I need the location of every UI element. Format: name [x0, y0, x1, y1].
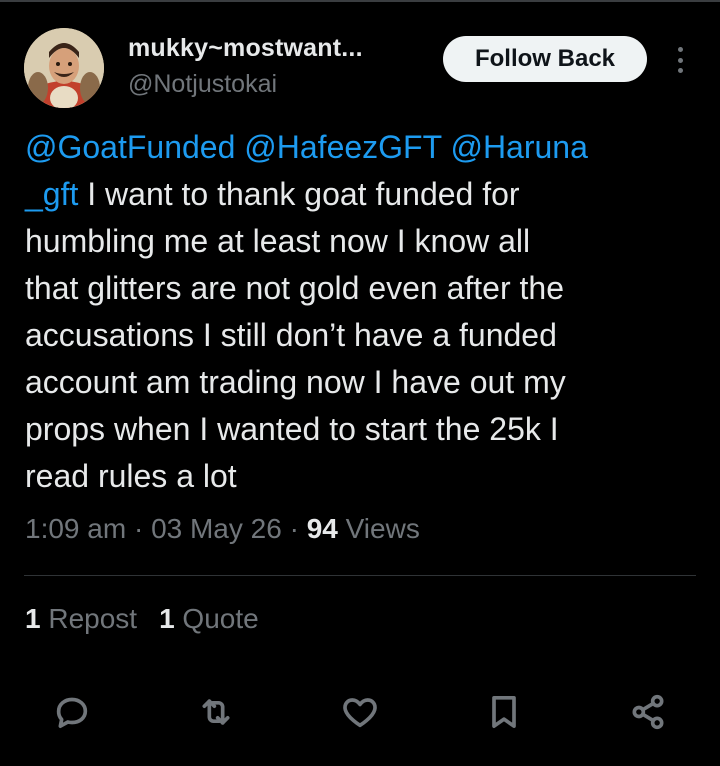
share-icon: [632, 694, 664, 730]
share-button[interactable]: [624, 688, 672, 736]
mention-link[interactable]: @Haruna: [450, 129, 587, 165]
mention-link[interactable]: @HafeezGFT: [244, 129, 441, 165]
mention-link[interactable]: _gft: [25, 176, 78, 212]
more-dot: [677, 68, 683, 73]
repost-icon: [202, 699, 230, 725]
tweet-text-segment: I want to thank goat funded for: [78, 176, 520, 212]
top-border: [0, 0, 720, 2]
quotes-stat[interactable]: 1 Quote: [159, 603, 259, 634]
more-dot: [677, 47, 683, 52]
more-dot: [677, 57, 683, 63]
bookmark-icon: [492, 696, 516, 728]
tweet-meta: 1:09 am · 03 May 26 · 94 Views: [25, 513, 420, 545]
views-count: 94: [306, 513, 338, 544]
reposts-stat[interactable]: 1 Repost: [25, 603, 137, 634]
tweet-text-line: that glitters are not gold even after th…: [25, 265, 665, 312]
tweet-text-segment: read rules a lot: [25, 458, 237, 494]
tweet-text-line: _gft I want to thank goat funded for: [25, 171, 665, 218]
tweet-text-segment: [235, 129, 244, 165]
tweet-date[interactable]: 03 May 26: [151, 513, 282, 544]
tweet-text-line: humbling me at least now I know all: [25, 218, 665, 265]
tweet-text-line: accusations I still don’t have a funded: [25, 312, 665, 359]
tweet-text-line: read rules a lot: [25, 453, 665, 500]
divider: [24, 575, 696, 576]
tweet-text-segment: accusations I still don’t have a funded: [25, 317, 557, 353]
tweet-time[interactable]: 1:09 am: [25, 513, 126, 544]
tweet-stats: 1 Repost 1 Quote: [25, 603, 281, 635]
tweet-text-segment: that glitters are not gold even after th…: [25, 270, 564, 306]
meta-separator: ·: [281, 513, 307, 544]
action-bar: [0, 688, 720, 736]
quotes-count: 1: [159, 603, 175, 634]
mention-link[interactable]: @GoatFunded: [25, 129, 235, 165]
avatar[interactable]: [24, 28, 104, 108]
tweet-text-line: @GoatFunded @HafeezGFT @Haruna: [25, 124, 665, 171]
meta-separator: ·: [126, 513, 152, 544]
tweet-text: @GoatFunded @HafeezGFT @Haruna _gft I wan…: [25, 124, 665, 500]
like-button[interactable]: [336, 688, 384, 736]
reposts-label: Repost: [40, 603, 138, 634]
reply-button[interactable]: [48, 688, 96, 736]
tweet-text-line: account am trading now I have out my: [25, 359, 665, 406]
avatar-illustration-icon: [24, 28, 104, 108]
bookmark-button[interactable]: [480, 688, 528, 736]
tweet-text-segment: humbling me at least now I know all: [25, 223, 531, 259]
views-label: Views: [337, 513, 420, 544]
quotes-label: Quote: [174, 603, 259, 634]
more-vertical-icon[interactable]: [668, 44, 692, 76]
reply-icon: [56, 697, 88, 728]
follow-back-button[interactable]: Follow Back: [443, 36, 647, 82]
author-display-name[interactable]: mukky~mostwant...: [128, 34, 363, 63]
tweet-text-line: props when I wanted to start the 25k I: [25, 406, 665, 453]
author-handle[interactable]: @Notjustokai: [128, 70, 277, 99]
heart-icon: [343, 698, 377, 728]
tweet-text-segment: props when I wanted to start the 25k I: [25, 411, 559, 447]
tweet-text-segment: account am trading now I have out my: [25, 364, 566, 400]
repost-button[interactable]: [192, 688, 240, 736]
reposts-count: 1: [25, 603, 41, 634]
